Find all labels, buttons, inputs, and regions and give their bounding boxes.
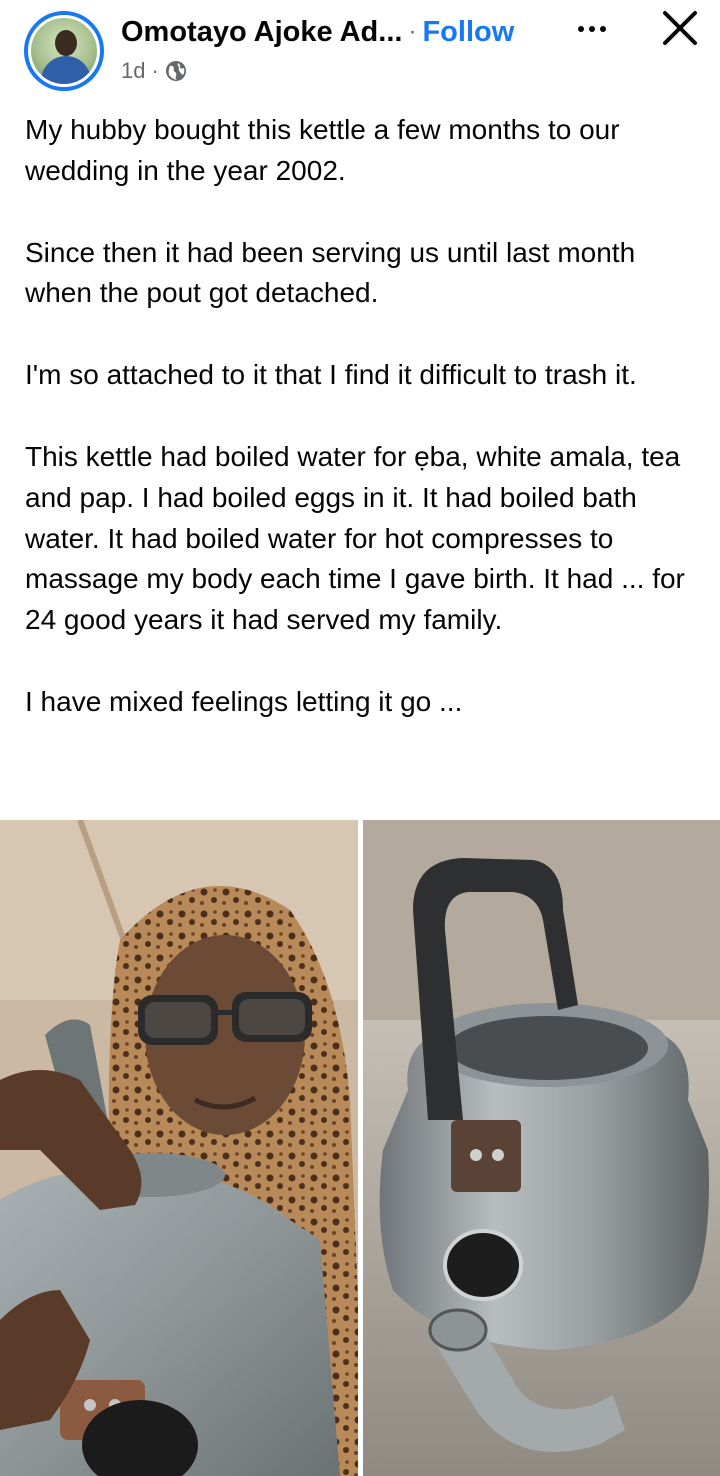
more-options-icon[interactable] <box>568 14 616 44</box>
post-meta: 1d · <box>121 58 187 84</box>
photo-kettle-detached-spout[interactable] <box>363 820 720 1476</box>
post-text: My hubby bought this kettle a few months… <box>25 110 705 723</box>
post-paragraph: This kettle had boiled water for ẹba, wh… <box>25 440 685 636</box>
post-time[interactable]: 1d <box>121 58 145 84</box>
close-icon[interactable] <box>660 8 700 48</box>
author-row: Omotayo Ajoke Ad... · Follow <box>121 14 514 50</box>
avatar-photo <box>31 18 97 84</box>
post-header: Omotayo Ajoke Ad... · Follow 1d · <box>0 0 720 100</box>
follow-button[interactable]: Follow <box>422 16 514 49</box>
globe-icon <box>165 60 187 82</box>
photo-grid <box>0 820 720 1476</box>
separator-dot: · <box>408 18 417 45</box>
post-paragraph: I'm so attached to it that I find it dif… <box>25 359 637 391</box>
author-avatar[interactable] <box>24 11 104 91</box>
photo-woman-with-kettle[interactable] <box>0 820 358 1476</box>
meta-separator: · <box>151 58 159 83</box>
post-paragraph: I have mixed feelings letting it go ... <box>25 685 463 717</box>
author-name[interactable]: Omotayo Ajoke Ad... <box>121 16 402 49</box>
post-paragraph: My hubby bought this kettle a few months… <box>25 114 620 186</box>
post-paragraph: Since then it had been serving us until … <box>25 236 636 309</box>
